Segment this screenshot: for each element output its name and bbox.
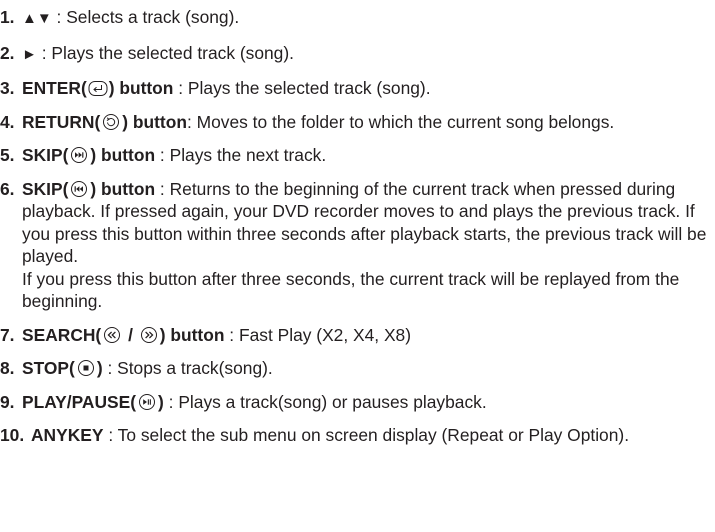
list-item-4: 4. RETURN() button: Moves to the folder … <box>0 111 715 134</box>
item-number: 6. <box>0 178 15 199</box>
play-arrow-icon: ► <box>22 45 37 63</box>
list-item-8: 8. STOP() : Stops a track(song). <box>0 357 715 380</box>
item-number: 5. <box>0 145 15 165</box>
button-name: RETURN() button <box>22 111 187 132</box>
list-item-1: 1. ▲▼ : Selects a track (song). <box>0 6 715 31</box>
button-name: SKIP() button <box>22 178 156 199</box>
button-name: STOP() <box>22 358 103 378</box>
item-number: 8. <box>0 358 15 378</box>
item-number: 7. <box>0 324 15 345</box>
list-item-3: 3. ENTER() button : Plays the selected t… <box>0 77 715 100</box>
item-number: 9. <box>0 391 15 412</box>
item-description: : Moves to the folder to which the curre… <box>186 111 615 132</box>
item-number: 10. <box>0 425 25 445</box>
skip-previous-icon <box>69 180 89 198</box>
stop-icon <box>76 359 96 377</box>
return-icon <box>101 113 121 131</box>
up-down-arrows-icon: ▲▼ <box>22 10 52 27</box>
search-backward-icon <box>102 326 122 344</box>
list-item-7: 7. SEARCH( / ) button : Fast Play (X2, X… <box>0 324 715 347</box>
item-description-continued: If you press this button after three sec… <box>22 268 680 312</box>
list-item-9: 9. PLAY/PAUSE() : Plays a track(song) or… <box>0 391 715 414</box>
item-number: 4. <box>0 111 15 132</box>
button-name: ANYKEY <box>31 425 104 445</box>
play-pause-icon <box>137 393 157 411</box>
search-forward-icon <box>139 326 159 344</box>
item-number: 2. <box>0 42 15 63</box>
list-item-5: 5. SKIP() button : Plays the next track. <box>0 144 715 167</box>
button-instructions-list: 1. ▲▼ : Selects a track (song). 2. ► : P… <box>0 0 715 447</box>
item-description: : Selects a track (song). <box>51 7 240 27</box>
item-description: : Plays the selected track (song). <box>36 42 294 63</box>
list-item-2: 2. ► : Plays the selected track (song). <box>0 42 715 67</box>
item-description: : To select the sub menu on screen displ… <box>103 425 630 445</box>
button-name: ENTER() button <box>22 78 174 98</box>
item-description: : Plays the selected track (song). <box>173 78 431 98</box>
list-item-10: 10. ANYKEY : To select the sub menu on s… <box>0 424 715 447</box>
button-name: PLAY/PAUSE() <box>22 391 164 412</box>
item-description: : Plays the next track. <box>155 145 327 165</box>
list-item-6: 6. SKIP() button : Returns to the beginn… <box>0 178 715 313</box>
skip-next-icon <box>69 146 89 164</box>
item-number: 3. <box>0 78 15 98</box>
item-number: 1. <box>0 7 15 27</box>
enter-icon <box>88 80 108 97</box>
button-name: SKIP() button <box>22 145 156 165</box>
button-name: SEARCH( / ) button <box>22 324 225 345</box>
item-description: : Plays a track(song) or pauses playback… <box>163 391 487 412</box>
item-description: : Fast Play (X2, X4, X8) <box>224 324 412 345</box>
item-description: : Stops a track(song). <box>102 358 273 378</box>
